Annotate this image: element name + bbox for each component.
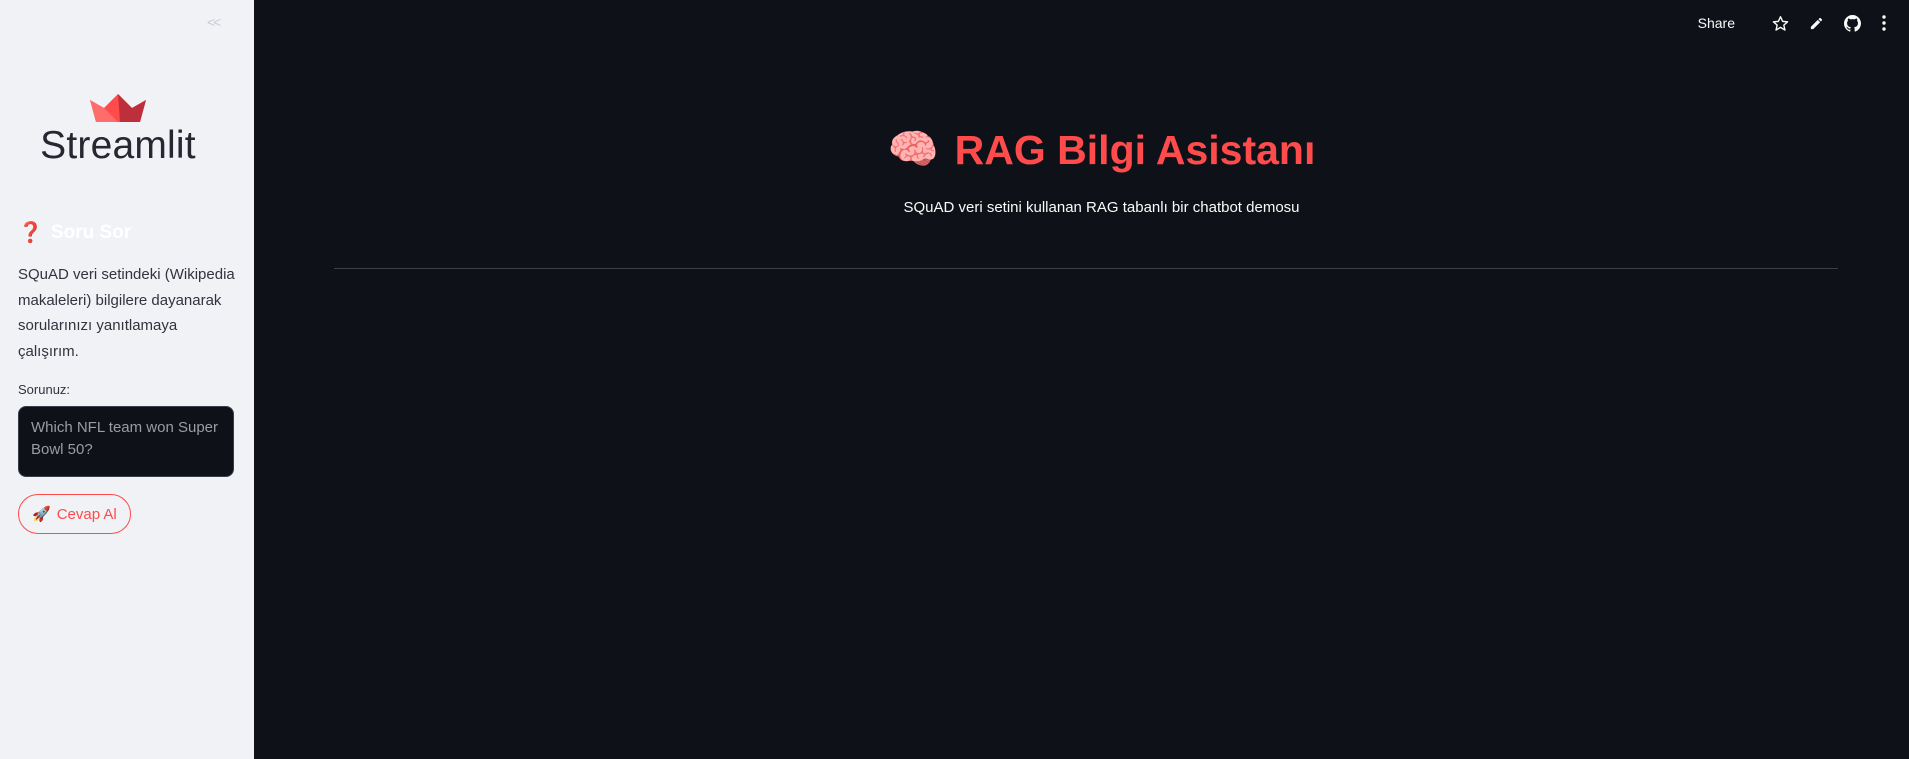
brain-icon: 🧠 <box>887 126 939 172</box>
sidebar: << Streamlit ❓ Soru Sor SQuAD veri setin… <box>0 0 254 759</box>
streamlit-crown-icon <box>90 94 146 122</box>
sidebar-description: SQuAD veri setindeki (Wikipedia makalele… <box>18 266 235 360</box>
divider <box>334 268 1838 269</box>
page-subtitle: SQuAD veri setini kullanan RAG tabanlı b… <box>903 199 1300 216</box>
kebab-menu-icon[interactable] <box>1879 14 1889 32</box>
sidebar-heading: ❓ Soru Sor <box>18 220 131 245</box>
page-title-text: RAG Bilgi Asistanı <box>954 126 1316 173</box>
streamlit-logo: Streamlit <box>38 92 198 168</box>
logo-text: Streamlit <box>40 124 196 167</box>
top-toolbar: Share <box>1698 14 1889 32</box>
page-title: 🧠 RAG Bilgi Asistanı <box>274 126 1909 174</box>
pencil-icon[interactable] <box>1807 14 1825 32</box>
star-icon[interactable] <box>1771 14 1789 32</box>
question-mark-icon: ❓ <box>18 222 43 244</box>
sidebar-heading-text: Soru Sor <box>50 221 132 243</box>
question-input[interactable] <box>18 406 234 477</box>
get-answer-button[interactable]: 🚀 Cevap Al <box>18 494 131 534</box>
rocket-icon: 🚀 <box>32 506 51 523</box>
question-input-label: Sorunuz: <box>18 382 71 397</box>
collapse-sidebar-icon[interactable]: << <box>207 14 221 30</box>
get-answer-button-label: Cevap Al <box>56 505 117 523</box>
github-icon[interactable] <box>1843 14 1861 32</box>
share-button[interactable]: Share <box>1698 15 1735 31</box>
